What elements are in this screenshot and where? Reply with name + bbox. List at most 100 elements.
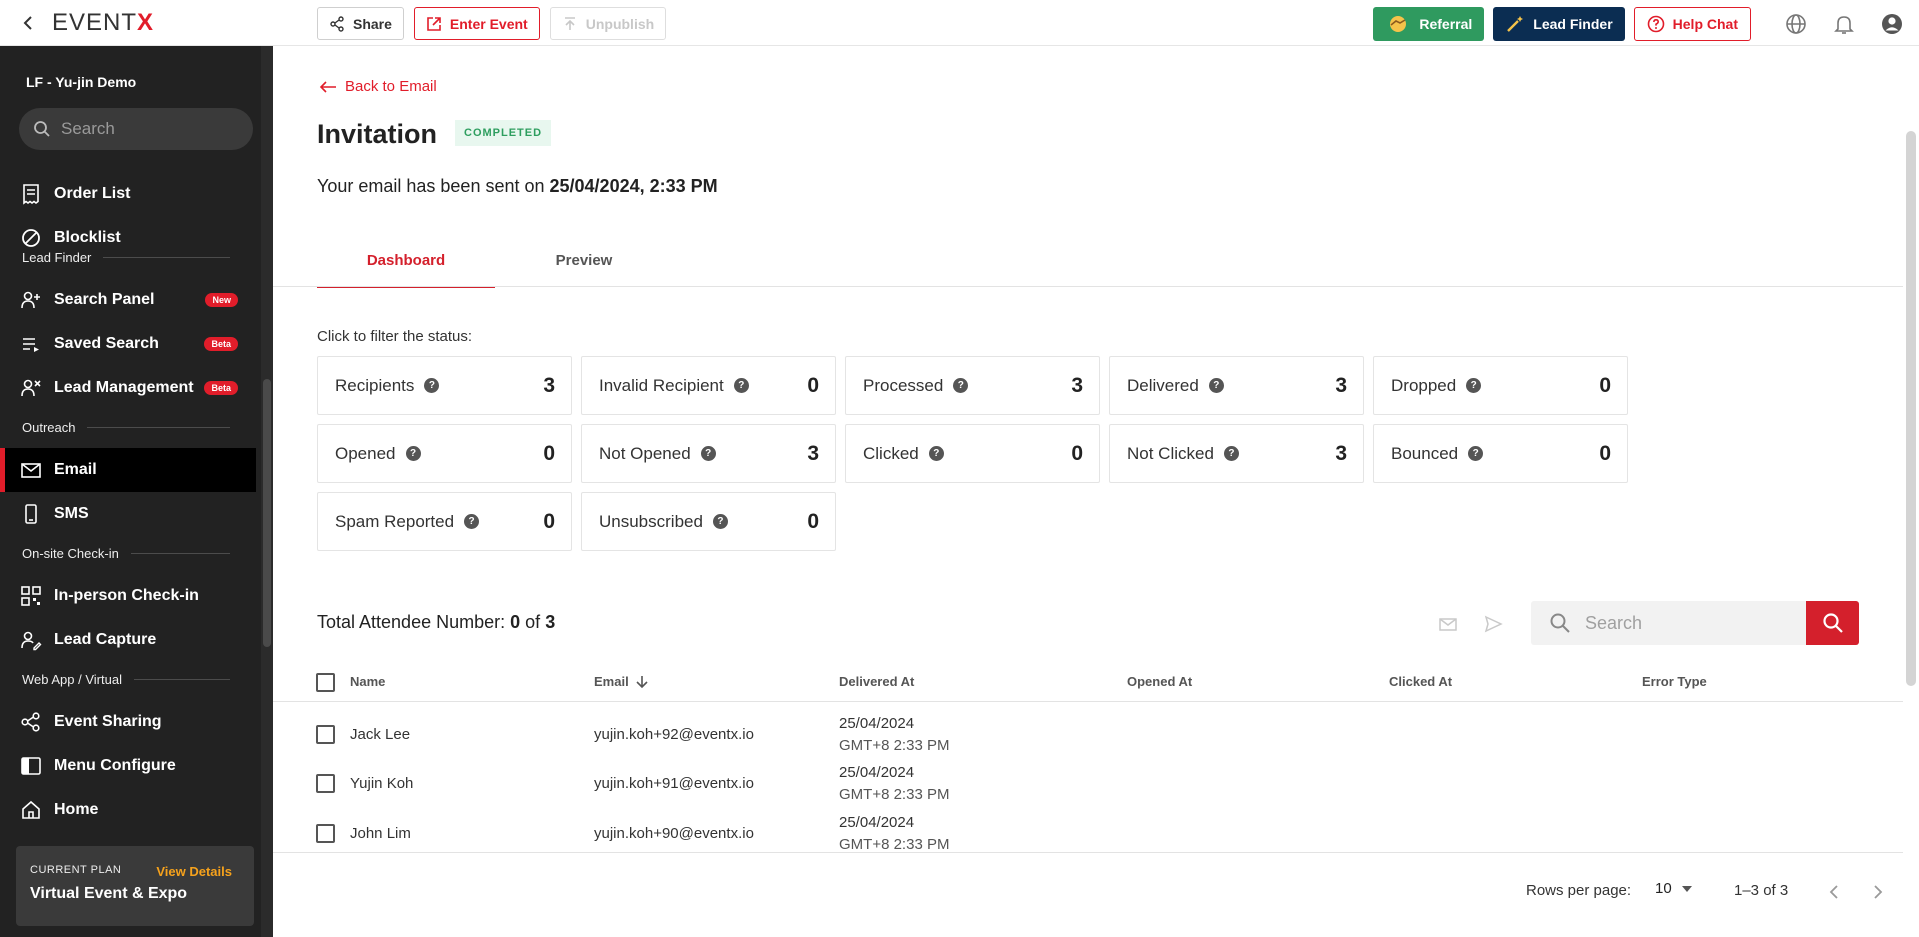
- help-icon[interactable]: ?: [1466, 378, 1482, 393]
- unpublish-button[interactable]: Unpublish: [549, 7, 667, 40]
- help-icon[interactable]: ?: [1208, 378, 1224, 393]
- column-delivered-at[interactable]: Delivered At: [839, 674, 914, 689]
- main-scroll-thumb[interactable]: [1906, 131, 1916, 686]
- share-button[interactable]: Share: [317, 7, 404, 40]
- lead-finder-label: Lead Finder: [1533, 16, 1613, 32]
- sidebar-item-label: Saved Search: [54, 335, 159, 352]
- stat-card[interactable]: Processed? 3: [845, 356, 1100, 415]
- help-icon[interactable]: ?: [700, 446, 716, 461]
- sidebar-scrollbar[interactable]: [261, 46, 273, 937]
- table-row[interactable]: Yujin Koh yujin.koh+91@eventx.io 25/04/202…: [273, 759, 1903, 808]
- stat-card[interactable]: Opened? 0: [317, 424, 572, 483]
- current-plan-card: CURRENT PLAN View Details Virtual Event …: [16, 846, 254, 926]
- sidebar-item-order-list[interactable]: Order List: [0, 172, 256, 216]
- event-name: LF - Yu-jin Demo: [26, 74, 137, 90]
- sidebar-item-sms[interactable]: SMS: [0, 492, 256, 536]
- attendee-search-input[interactable]: Search: [1531, 601, 1807, 645]
- column-name[interactable]: Name: [350, 674, 385, 689]
- stat-card[interactable]: Not Clicked? 3: [1109, 424, 1364, 483]
- stat-card[interactable]: Recipients? 3: [317, 356, 572, 415]
- stat-card[interactable]: Dropped? 0: [1373, 356, 1628, 415]
- table-row[interactable]: John Lim yujin.koh+90@eventx.io 25/04/2024…: [273, 809, 1903, 858]
- sidebar-scroll-thumb[interactable]: [263, 379, 271, 647]
- tab-dashboard[interactable]: Dashboard: [317, 252, 495, 288]
- send-icon[interactable]: [1482, 613, 1504, 635]
- referral-button[interactable]: Referral: [1373, 7, 1485, 41]
- help-icon[interactable]: ?: [464, 514, 480, 529]
- next-page-icon[interactable]: [1868, 882, 1888, 902]
- chevron-left-icon[interactable]: [22, 16, 34, 30]
- column-email[interactable]: Email: [594, 674, 649, 689]
- stat-label: Unsubscribed: [599, 511, 703, 531]
- stat-label: Delivered: [1127, 375, 1199, 395]
- prev-page-icon[interactable]: [1824, 882, 1844, 902]
- column-clicked-at[interactable]: Clicked At: [1389, 674, 1452, 689]
- sidebar-item-home[interactable]: Home: [0, 788, 256, 832]
- sidebar-item-event-sharing[interactable]: Event Sharing: [0, 700, 256, 744]
- sidebar-item-saved-search[interactable]: Saved Search Beta: [0, 322, 256, 366]
- stat-value: 3: [543, 373, 555, 397]
- sidebar-item-search-panel[interactable]: Search Panel New: [0, 278, 256, 322]
- cell-delivered-at: 25/04/2024 GMT+8 2:33 PM: [839, 762, 949, 806]
- stat-card[interactable]: Delivered? 3: [1109, 356, 1364, 415]
- sidebar-item-lead-management[interactable]: Lead Management Beta: [0, 366, 256, 410]
- sidebar-item-lead-capture[interactable]: Lead Capture: [0, 618, 256, 662]
- search-button[interactable]: [1806, 601, 1859, 645]
- main-content: Back to Email Invitation COMPLETED Your …: [273, 46, 1919, 937]
- enter-event-button[interactable]: Enter Event: [413, 7, 540, 40]
- globe-icon[interactable]: [1784, 12, 1808, 36]
- help-icon[interactable]: ?: [405, 446, 421, 461]
- sidebar-item-label: Lead Management: [54, 379, 194, 396]
- help-icon[interactable]: ?: [424, 378, 440, 393]
- column-error-type[interactable]: Error Type: [1642, 674, 1707, 689]
- person-edit-icon: [21, 631, 42, 651]
- search-icon: [1550, 613, 1570, 633]
- cell-delivered-at: 25/04/2024 GMT+8 2:33 PM: [839, 713, 949, 757]
- stat-label: Bounced: [1391, 443, 1459, 463]
- row-checkbox[interactable]: [316, 824, 335, 843]
- sidebar-search-input[interactable]: Search: [19, 108, 253, 150]
- help-icon[interactable]: ?: [1468, 446, 1484, 461]
- sidebar-item-label: Home: [54, 801, 99, 818]
- sidebar-item-label: Order List: [54, 185, 131, 202]
- main-scrollbar[interactable]: [1903, 86, 1919, 937]
- resend-mail-icon[interactable]: [1437, 613, 1459, 635]
- delivered-time: GMT+8 2:33 PM: [839, 786, 950, 803]
- bell-icon[interactable]: [1832, 12, 1856, 36]
- status-badge: COMPLETED: [455, 120, 552, 146]
- stat-label: Processed: [863, 375, 944, 395]
- eventx-logo: EVENTX: [52, 9, 155, 36]
- stat-card[interactable]: Clicked? 0: [845, 424, 1100, 483]
- help-icon[interactable]: ?: [733, 378, 749, 393]
- sidebar-item-label: Event Sharing: [54, 713, 162, 730]
- help-icon[interactable]: ?: [712, 514, 728, 529]
- stat-card[interactable]: Not Opened? 3: [581, 424, 836, 483]
- row-checkbox[interactable]: [316, 774, 335, 793]
- table-row[interactable]: Jack Lee yujin.koh+92@eventx.io 25/04/2024…: [273, 710, 1903, 759]
- sidebar-item-menu-configure[interactable]: Menu Configure: [0, 744, 256, 788]
- back-to-email-link[interactable]: Back to Email: [319, 78, 437, 95]
- help-icon[interactable]: ?: [1223, 446, 1239, 461]
- view-details-link[interactable]: View Details: [156, 864, 232, 879]
- brand-area: EVENTX: [0, 0, 273, 46]
- lead-finder-button[interactable]: Lead Finder: [1493, 7, 1625, 41]
- sidebar-item-email[interactable]: Email: [0, 448, 256, 492]
- column-opened-at[interactable]: Opened At: [1127, 674, 1192, 689]
- stat-card[interactable]: Invalid Recipient? 0: [581, 356, 836, 415]
- sidebar-item-in-person-checkin[interactable]: In-person Check-in: [0, 574, 256, 618]
- account-icon[interactable]: [1880, 12, 1904, 36]
- stat-card[interactable]: Unsubscribed? 0: [581, 492, 836, 551]
- tab-preview[interactable]: Preview: [495, 252, 673, 288]
- help-chat-button[interactable]: Help Chat: [1633, 7, 1751, 41]
- stat-card[interactable]: Spam Reported? 0: [317, 492, 572, 551]
- row-checkbox[interactable]: [316, 725, 335, 744]
- stat-value: 0: [1599, 441, 1611, 465]
- arrow-left-icon: [319, 80, 336, 93]
- help-icon[interactable]: ?: [928, 446, 944, 461]
- delivered-time: GMT+8 2:33 PM: [839, 737, 950, 754]
- external-link-icon: [427, 16, 441, 31]
- help-icon[interactable]: ?: [953, 378, 969, 393]
- stat-card[interactable]: Bounced? 0: [1373, 424, 1628, 483]
- rows-per-page-select[interactable]: 10: [1655, 880, 1692, 897]
- select-all-checkbox[interactable]: [316, 673, 335, 692]
